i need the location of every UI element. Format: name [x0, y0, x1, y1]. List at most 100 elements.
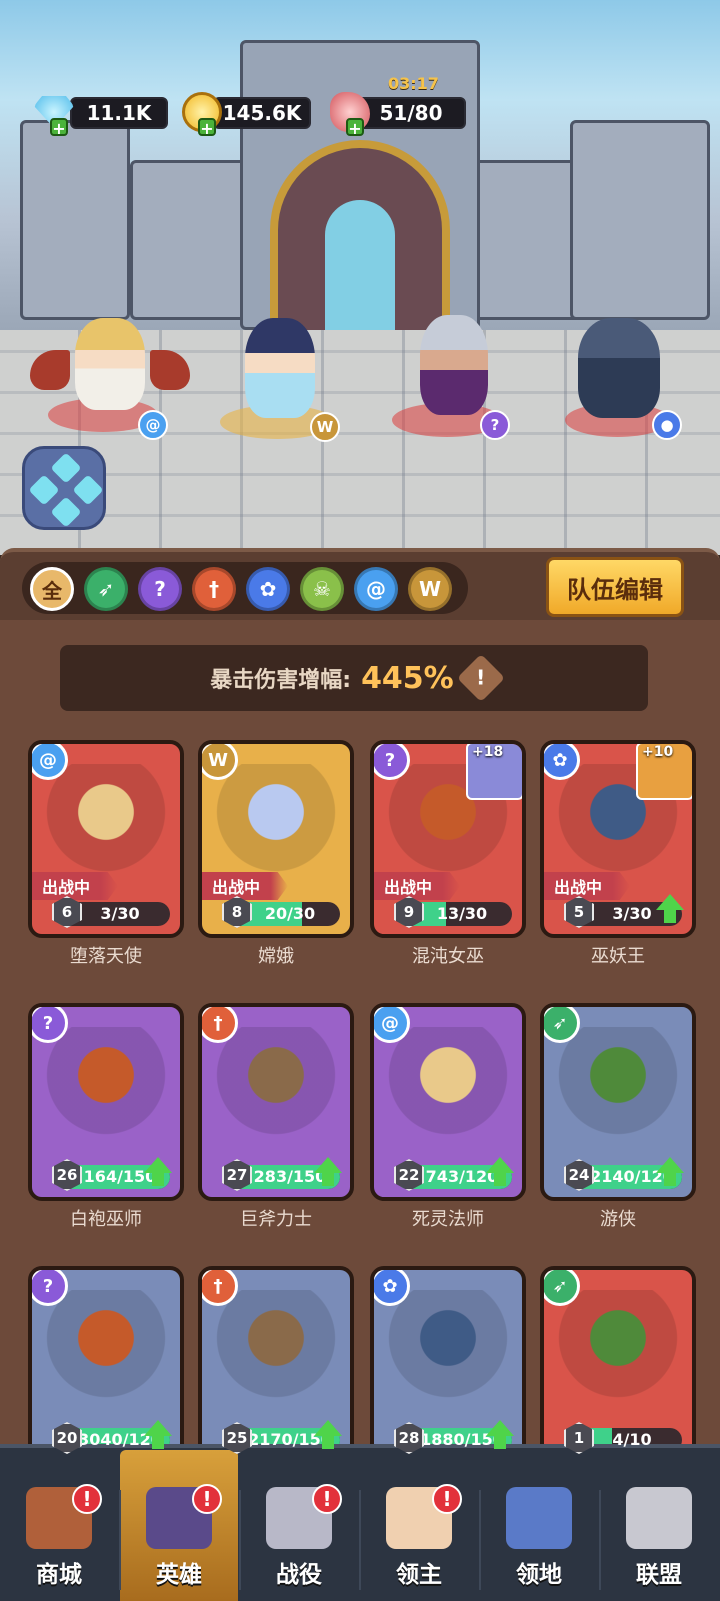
hero-card[interactable]: ✿ +10 出战中 3/30 5	[540, 740, 696, 938]
filter-all-icon[interactable]: 全	[30, 567, 74, 611]
filter-sword-icon[interactable]: †	[192, 567, 236, 611]
hero-card[interactable]: ? 164/150 26	[28, 1003, 184, 1201]
hero-name: 混沌女巫	[412, 946, 484, 967]
spiral-icon: @	[374, 1007, 410, 1043]
paw-icon: ✿	[544, 744, 580, 780]
nav-label: 战役	[276, 1562, 322, 1588]
wings-icon: W	[310, 412, 340, 442]
fallen-angel-hero[interactable]	[75, 318, 145, 410]
hero-card[interactable]: W 出战中 20/30 8	[198, 740, 354, 938]
hero-card[interactable]: † 283/150 27	[198, 1003, 354, 1201]
info-icon[interactable]: !	[456, 653, 505, 703]
hero-portrait	[210, 764, 342, 884]
nav-divider	[359, 1490, 361, 1590]
nav-knight-helmet[interactable]: 联盟	[600, 1450, 718, 1601]
hero-name: 嫦娥	[258, 946, 294, 967]
crit-value: 445%	[361, 660, 454, 696]
hero-card[interactable]: ? +18 出战中 13/30 9	[370, 740, 526, 938]
nav-castle[interactable]: 领地	[480, 1450, 598, 1601]
crit-label: 暴击伤害增幅:	[210, 668, 352, 693]
paw-icon: ✿	[374, 1270, 410, 1306]
deployed-tag: 出战中	[202, 872, 289, 900]
nav-chest[interactable]: 商城	[0, 1450, 118, 1601]
nav-hero-cards[interactable]: 英雄	[120, 1450, 238, 1601]
alert-badge: !	[312, 1484, 342, 1514]
hero-portrait	[552, 1290, 684, 1410]
filter-paw-icon[interactable]: ✿	[246, 567, 290, 611]
alert-badge: !	[192, 1484, 222, 1514]
hero-name: 巫妖王	[591, 946, 645, 967]
filter-spiral-icon[interactable]: @	[354, 567, 398, 611]
team-edit-button[interactable]: 队伍编辑	[546, 557, 684, 617]
hero-card[interactable]: ✿ 1880/150 28	[370, 1266, 526, 1464]
hero-portrait	[40, 764, 172, 884]
hero-portrait	[552, 1027, 684, 1147]
hero-name: 死灵法师	[412, 1209, 484, 1230]
hero-portrait	[40, 1290, 172, 1410]
filter-wings-icon[interactable]: W	[408, 567, 452, 611]
shard-progress-text: 3/30	[100, 904, 140, 923]
hook-icon: ?	[32, 1007, 68, 1043]
hook-icon: ?	[480, 410, 510, 440]
equipment-slot[interactable]: +10	[636, 744, 692, 800]
hero-card[interactable]: ➶ 4/10 1	[540, 1266, 696, 1464]
upgrade-arrow-icon	[144, 1157, 172, 1187]
change-hero[interactable]	[245, 318, 315, 418]
hero-card[interactable]: ➶ 2140/120 24	[540, 1003, 696, 1201]
upgrade-arrow-icon	[314, 1420, 342, 1450]
add-gems-button[interactable]: +	[50, 118, 68, 138]
shard-progress-text: 13/30	[436, 904, 488, 923]
hero-card[interactable]: @ 出战中 3/30 6	[28, 740, 184, 938]
upgrade-arrow-icon	[486, 1157, 514, 1187]
castle-icon	[506, 1487, 572, 1549]
add-stamina-button[interactable]: +	[346, 118, 364, 138]
hero-name: 游侠	[600, 1209, 636, 1230]
hook-icon: ?	[374, 744, 410, 780]
filter-bow-icon[interactable]: ➶	[84, 567, 128, 611]
hero-portrait	[40, 1027, 172, 1147]
hero-card[interactable]: @743/120 22	[370, 1003, 526, 1201]
knight-helmet-icon	[626, 1487, 692, 1549]
deployed-tag: 出战中	[32, 872, 119, 900]
hook-icon: ?	[32, 1270, 68, 1306]
dpad-control[interactable]	[22, 446, 106, 530]
nav-label: 联盟	[636, 1562, 682, 1588]
hero-portrait	[210, 1290, 342, 1410]
hero-name: 巨斧力士	[240, 1209, 312, 1230]
add-gold-button[interactable]: +	[198, 118, 216, 138]
wings-icon: W	[202, 744, 238, 780]
gems-counter: 11.1K	[70, 97, 168, 129]
alert-badge: !	[432, 1484, 462, 1514]
hero-card[interactable]: ? 3040/120 20	[28, 1266, 184, 1464]
nav-label: 领主	[396, 1562, 442, 1588]
battle-scene: 03:17 11.1K + 145.6K + 51/80 + @ W ? ●	[0, 0, 720, 555]
deployed-tag: 出战中	[544, 872, 631, 900]
nav-label: 领地	[516, 1562, 562, 1588]
sword-icon: †	[202, 1270, 238, 1306]
filter-hook-icon[interactable]: ?	[138, 567, 182, 611]
nav-king[interactable]: 领主	[360, 1450, 478, 1601]
hero-portrait	[382, 1290, 514, 1410]
gold-counter: 145.6K	[213, 97, 311, 129]
hero-card[interactable]: † 2170/150 25	[198, 1266, 354, 1464]
nav-divider	[479, 1490, 481, 1590]
sword-icon: †	[202, 1007, 238, 1043]
hero-name: 白袍巫师	[70, 1209, 142, 1230]
crit-damage-banner: 暴击伤害增幅: 445% !	[60, 645, 648, 711]
equipment-slot[interactable]: +18	[466, 744, 522, 800]
paw-icon: ●	[652, 410, 682, 440]
upgrade-arrow-icon	[486, 1420, 514, 1450]
nav-divider	[599, 1490, 601, 1590]
spiral-icon: @	[138, 410, 168, 440]
nav-crossed-swords[interactable]: 战役	[240, 1450, 358, 1601]
chaos-witch-hero[interactable]	[420, 315, 488, 415]
filter-skull-icon[interactable]: ☠	[300, 567, 344, 611]
nav-divider	[239, 1490, 241, 1590]
lich-king-hero[interactable]	[578, 318, 660, 418]
spiral-icon: @	[32, 744, 68, 780]
nav-label: 商城	[36, 1562, 82, 1588]
shard-progress-text: 4/10	[612, 1430, 652, 1449]
upgrade-arrow-icon	[144, 1420, 172, 1450]
upgrade-arrow-icon	[656, 894, 684, 924]
equip-level: +10	[642, 744, 674, 760]
